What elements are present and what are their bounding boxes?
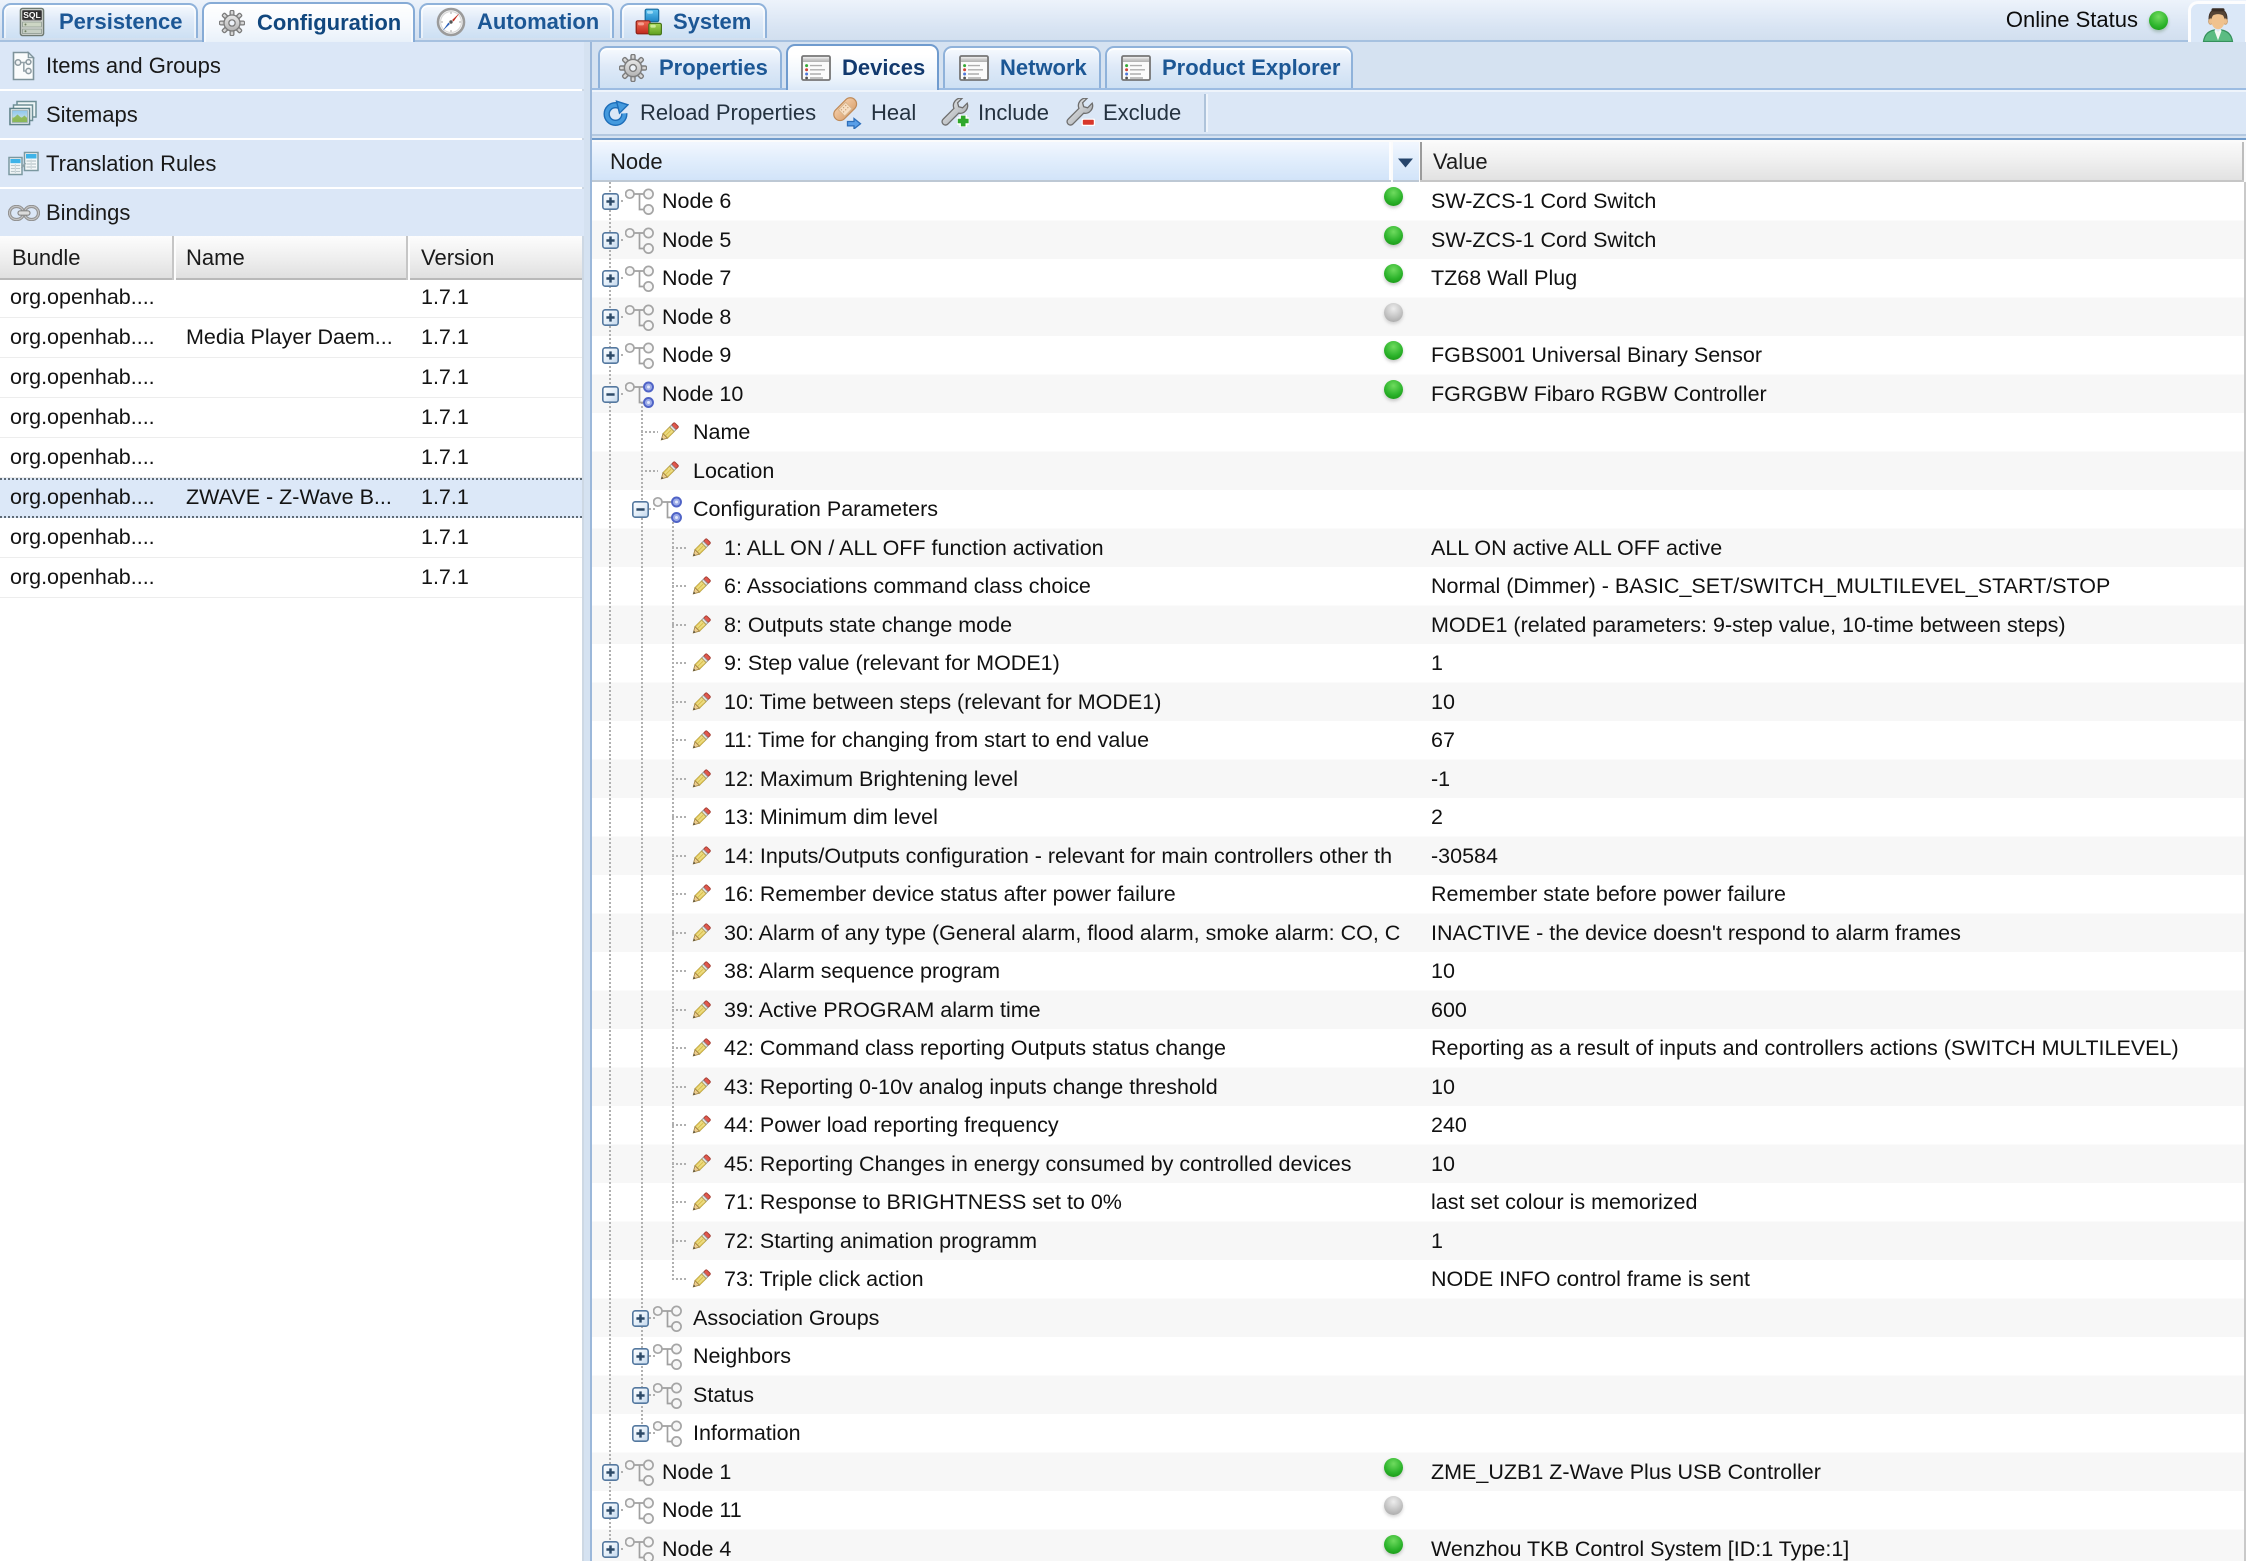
svg-text:SQL: SQL (23, 10, 40, 20)
